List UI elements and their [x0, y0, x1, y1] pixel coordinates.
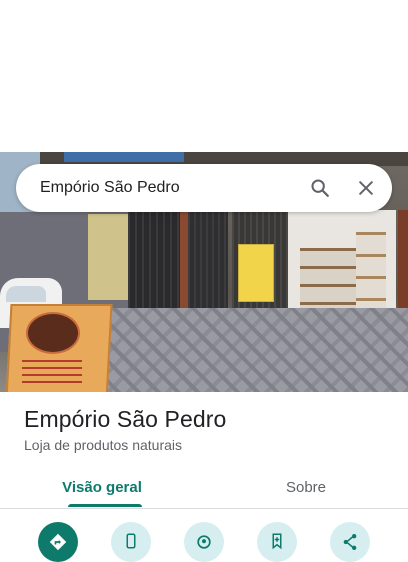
share-button[interactable]: [330, 522, 370, 562]
photo-poster: [238, 244, 274, 302]
place-tabs: Visão geral Sobre: [0, 466, 408, 509]
search-bar[interactable]: Empório São Pedro: [16, 164, 392, 212]
close-icon: [359, 181, 373, 195]
search-button[interactable]: [300, 168, 340, 208]
clear-search-button[interactable]: [346, 168, 386, 208]
top-blank-area: [0, 0, 408, 152]
phone-icon: [126, 533, 136, 549]
place-title: Empório São Pedro: [24, 406, 227, 432]
tab-overview[interactable]: Visão geral: [0, 466, 204, 508]
photo-board-text: [22, 360, 82, 388]
directions-button[interactable]: [38, 522, 78, 562]
photo-store-logo: [26, 312, 80, 354]
search-icon: [311, 179, 329, 197]
action-buttons: [0, 522, 408, 562]
tab-about[interactable]: Sobre: [204, 466, 408, 508]
nearby-button[interactable]: [184, 522, 224, 562]
tab-selected-indicator: [68, 504, 142, 507]
save-button[interactable]: [257, 522, 297, 562]
directions-icon: [49, 533, 67, 551]
call-button[interactable]: [111, 522, 151, 562]
photo-neighbor-sign: [88, 214, 128, 300]
nearby-icon: [197, 535, 211, 549]
photo-car-window: [6, 286, 46, 302]
photo-shelf: [300, 248, 356, 308]
photo-sidewalk: [96, 308, 408, 392]
photo-awning-stripe: [64, 152, 184, 162]
save-icon: [272, 533, 282, 550]
place-category[interactable]: Loja de produtos naturais: [24, 437, 182, 453]
share-icon: [343, 534, 357, 550]
search-input[interactable]: Empório São Pedro: [16, 179, 300, 197]
